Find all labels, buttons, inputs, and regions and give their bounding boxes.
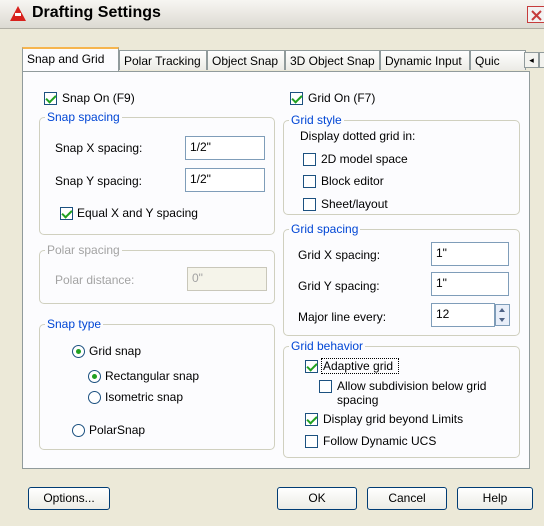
allow-subdivision-label-cont: spacing (337, 393, 379, 407)
snap-y-spacing-label: Snap Y spacing: (55, 174, 142, 188)
polar-spacing-title: Polar spacing (45, 243, 122, 257)
block-editor-checkbox[interactable] (303, 175, 316, 188)
allow-subdivision-checkbox[interactable] (319, 380, 332, 393)
grid-y-spacing-label: Grid Y spacing: (298, 279, 380, 293)
polarsnap-radio[interactable] (72, 424, 85, 437)
title-bar[interactable]: Drafting Settings (0, 0, 544, 29)
allow-subdivision-label: Allow subdivision below grid (337, 379, 487, 393)
equal-spacing-checkbox[interactable] (60, 207, 73, 220)
isometric-snap-radio[interactable] (88, 391, 101, 404)
close-icon (531, 10, 542, 21)
tab-quick-properties[interactable]: Quic (470, 50, 526, 70)
polar-spacing-group: Polar spacing Polar distance: 0" (39, 243, 275, 304)
snap-y-spacing-input[interactable]: 1/2" (185, 168, 265, 192)
tab-strip: Snap and Grid Polar Tracking Object Snap… (22, 47, 544, 72)
grid-y-spacing-input[interactable]: 1" (431, 272, 509, 296)
snap-spacing-group: Snap spacing Snap X spacing: 1/2" Snap Y… (39, 110, 275, 235)
isometric-snap-label: Isometric snap (105, 390, 184, 404)
stepper-down-icon[interactable] (496, 315, 509, 325)
grid-spacing-title: Grid spacing (289, 222, 361, 236)
grid-x-spacing-label: Grid X spacing: (298, 248, 381, 262)
grid-on-checkbox[interactable] (290, 92, 303, 105)
tab-scroll-left-icon[interactable]: ◂ (524, 52, 539, 68)
grid-behavior-title: Grid behavior (289, 339, 366, 353)
tab-scroll-buttons: ◂ ▸ (524, 52, 544, 68)
polarsnap-label: PolarSnap (89, 423, 146, 437)
polar-distance-label: Polar distance: (55, 273, 135, 287)
follow-dynamic-ucs-checkbox[interactable] (305, 435, 318, 448)
dialog-title: Drafting Settings (32, 4, 161, 21)
major-line-stepper[interactable] (495, 304, 510, 326)
stepper-up-icon[interactable] (496, 305, 509, 315)
snap-spacing-title: Snap spacing (45, 110, 122, 124)
snap-x-spacing-label: Snap X spacing: (55, 141, 143, 155)
close-button[interactable] (527, 6, 544, 23)
grid-on-label: Grid On (F7) (308, 91, 376, 105)
major-line-input[interactable]: 12 (431, 303, 495, 327)
equal-spacing-label: Equal X and Y spacing (77, 206, 198, 220)
options-button[interactable]: Options... (28, 487, 110, 510)
grid-snap-radio[interactable] (72, 345, 85, 358)
follow-dynamic-ucs-label: Follow Dynamic UCS (323, 434, 437, 448)
block-editor-label: Block editor (321, 174, 384, 188)
sheet-layout-checkbox[interactable] (303, 198, 316, 211)
snap-and-grid-panel: Snap On (F9) Grid On (F7) Snap spacing S… (22, 71, 530, 469)
help-button[interactable]: Help (457, 487, 533, 510)
tab-scroll-right-icon[interactable]: ▸ (539, 52, 544, 68)
tab-dynamic-input[interactable]: Dynamic Input (380, 50, 470, 70)
model-space-label: 2D model space (321, 152, 408, 166)
grid-style-group: Grid style Display dotted grid in: 2D mo… (283, 113, 520, 215)
display-beyond-limits-checkbox[interactable] (305, 413, 318, 426)
grid-behavior-group: Grid behavior Adaptive grid Allow subdiv… (283, 339, 520, 458)
tab-object-snap[interactable]: Object Snap (207, 50, 285, 70)
sheet-layout-label: Sheet/layout (321, 197, 388, 211)
drafting-settings-dialog: Drafting Settings Snap and Grid Polar Tr… (0, 0, 544, 526)
grid-snap-label: Grid snap (89, 344, 142, 358)
adaptive-grid-checkbox[interactable] (305, 360, 318, 373)
cancel-button[interactable]: Cancel (367, 487, 447, 510)
tab-3d-object-snap[interactable]: 3D Object Snap (285, 50, 380, 70)
snap-x-spacing-input[interactable]: 1/2" (185, 136, 265, 160)
snap-type-group: Snap type Grid snap Rectangular snap Iso… (39, 317, 275, 450)
display-beyond-limits-label: Display grid beyond Limits (323, 412, 464, 426)
major-line-label: Major line every: (298, 310, 387, 324)
adaptive-grid-label: Adaptive grid (323, 359, 394, 373)
tab-snap-and-grid[interactable]: Snap and Grid (22, 47, 119, 71)
polar-distance-input: 0" (187, 267, 267, 291)
autocad-logo-icon (10, 6, 26, 21)
snap-on-label: Snap On (F9) (62, 91, 135, 105)
snap-on-checkbox[interactable] (44, 92, 57, 105)
snap-type-title: Snap type (45, 317, 104, 331)
grid-style-title: Grid style (289, 113, 344, 127)
ok-button[interactable]: OK (277, 487, 357, 510)
rectangular-snap-label: Rectangular snap (105, 369, 200, 383)
grid-style-heading: Display dotted grid in: (300, 129, 416, 143)
tab-polar-tracking[interactable]: Polar Tracking (119, 50, 207, 70)
grid-x-spacing-input[interactable]: 1" (431, 242, 509, 266)
model-space-checkbox[interactable] (303, 153, 316, 166)
rectangular-snap-radio[interactable] (88, 370, 101, 383)
grid-spacing-group: Grid spacing Grid X spacing: 1" Grid Y s… (283, 222, 520, 336)
